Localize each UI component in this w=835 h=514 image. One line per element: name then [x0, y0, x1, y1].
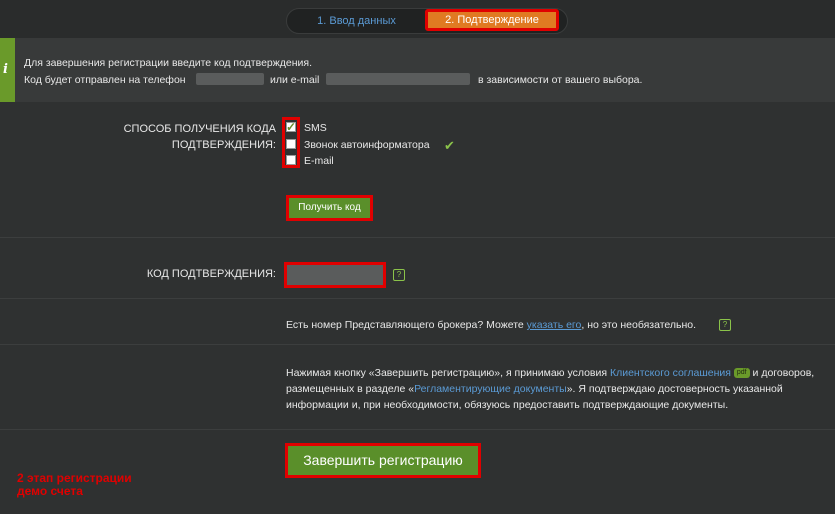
email-redacted [326, 73, 470, 85]
email-checkbox[interactable] [286, 155, 296, 165]
terms-line-3: информации и, при необходимости, обязуюс… [286, 399, 729, 411]
client-agreement-link[interactable]: Клиентского соглашения [610, 367, 731, 379]
broker-help-icon[interactable]: ? [719, 319, 731, 331]
broker-suffix: , но это необязательно. [581, 319, 697, 331]
call-checkbox[interactable] [286, 139, 296, 149]
pdf-icon[interactable]: pdf [733, 368, 750, 379]
divider [0, 237, 835, 238]
info-line-2-prefix: Код будет отправлен на телефон [24, 74, 186, 86]
finish-registration-button[interactable]: Завершить регистрацию [285, 443, 481, 478]
code-input[interactable] [284, 262, 386, 288]
option-sms: SMS [304, 122, 327, 134]
annotation: 2 этап регистрации демо счета [17, 472, 132, 498]
method-label-2: ПОДТВЕРЖДЕНИЯ: [171, 139, 276, 151]
broker-link[interactable]: указать его [527, 319, 582, 331]
info-sidebar: i [0, 38, 15, 102]
info-line-1: Для завершения регистрации введите код п… [24, 57, 313, 69]
divider [0, 298, 835, 299]
annotation-line-2: демо счета [17, 484, 83, 498]
tab-data-entry[interactable]: 1. Ввод данных [299, 13, 414, 29]
help-icon[interactable]: ? [393, 269, 405, 281]
terms-line-2: размещенных в разделе «Регламентирующие … [286, 383, 783, 395]
info-line-2-suffix: в зависимости от вашего выбора. [478, 74, 643, 86]
terms-p2: размещенных в разделе « [286, 383, 415, 395]
code-label: КОД ПОДТВЕРЖДЕНИЯ: [146, 268, 276, 280]
get-code-button[interactable]: Получить код [286, 195, 373, 221]
steps-bar: 1. Ввод данных 2. Подтверждение [0, 0, 835, 38]
method-label-1: СПОСОБ ПОЛУЧЕНИЯ КОДА [123, 123, 276, 135]
phone-redacted [196, 73, 264, 85]
broker-prefix: Есть номер Представляющего брокера? Може… [286, 319, 524, 331]
check-icon: ✓ [286, 120, 297, 134]
info-icon: i [3, 62, 8, 77]
terms-p1b: и договоров, [752, 367, 815, 379]
steps-tabs: 1. Ввод данных 2. Подтверждение [286, 8, 568, 34]
broker-text: Есть номер Представляющего брокера? Може… [286, 319, 696, 331]
option-email: E-mail [304, 155, 334, 167]
divider [0, 429, 835, 430]
terms-line-1: Нажимая кнопку «Завершить регистрацию», … [286, 367, 814, 379]
terms-p1: Нажимая кнопку «Завершить регистрацию», … [286, 367, 608, 379]
tab-confirmation[interactable]: 2. Подтверждение [425, 9, 559, 31]
divider [0, 344, 835, 345]
terms-p2b: ». Я подтверждаю достоверность указанной [566, 383, 783, 395]
info-line-2-middle: или e-mail [270, 74, 320, 86]
info-panel: i Для завершения регистрации введите код… [0, 38, 835, 102]
option-call: Звонок автоинформатора [304, 139, 430, 151]
regulatory-docs-link[interactable]: Регламентирующие документы [414, 383, 567, 395]
available-check-icon: ✔ [444, 138, 455, 153]
